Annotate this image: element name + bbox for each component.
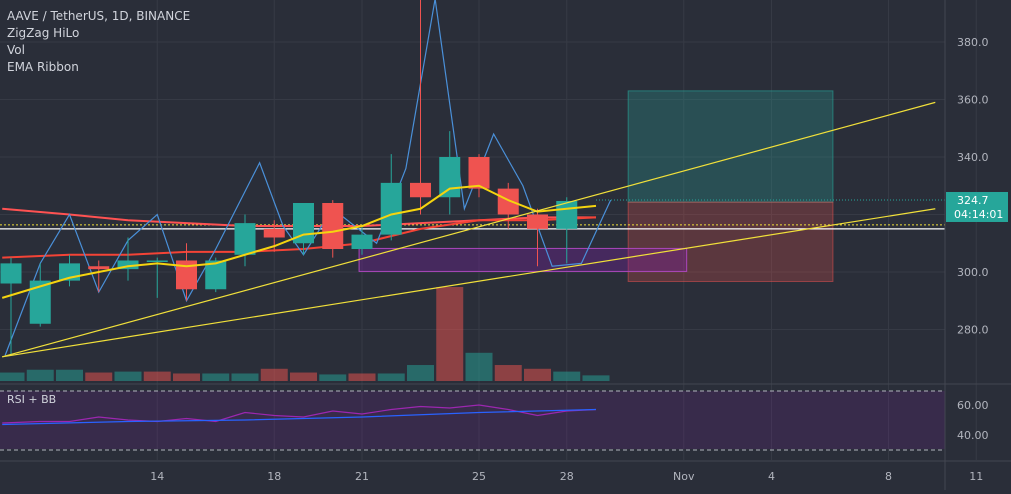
time-tick-label: 28: [560, 470, 574, 483]
volume-bar: [56, 369, 83, 381]
time-tick-label: 4: [768, 470, 775, 483]
candle-body: [88, 266, 110, 270]
time-tick-label: 11: [969, 470, 983, 483]
volume-bar: [319, 374, 347, 381]
candle: [380, 154, 402, 241]
candle-body: [439, 157, 461, 198]
rsi-band: [0, 391, 945, 449]
time-tick-label: 8: [885, 470, 892, 483]
candle: [59, 254, 80, 287]
price-tick-label: 380.0: [957, 36, 989, 49]
time-tick-label: 21: [355, 470, 369, 483]
trendline: [2, 208, 936, 358]
volume-bar: [348, 373, 376, 381]
volume-bar: [377, 373, 405, 381]
candle: [410, 0, 431, 215]
candle-body: [380, 182, 402, 235]
indicator-ema-ribbon[interactable]: EMA Ribbon: [7, 59, 190, 76]
rsi-pane-label[interactable]: RSI + BB: [7, 393, 56, 406]
candle: [293, 203, 314, 255]
volume-bar: [0, 372, 25, 381]
volume-bar: [26, 369, 54, 381]
time-tick-label: 14: [150, 470, 164, 483]
support-zone: [358, 247, 688, 272]
last-price-value: 324.7: [957, 194, 989, 207]
chart-legend: AAVE / TetherUS, 1D, BINANCE ZigZag HiLo…: [7, 8, 190, 76]
rsi-tick-label: 60.00: [957, 399, 989, 412]
volume-bar: [465, 352, 493, 381]
candle: [29, 263, 51, 327]
price-tick-label: 360.0: [957, 94, 989, 107]
candle: [322, 200, 344, 258]
rsi-tick-label: 40.00: [957, 429, 989, 442]
candle: [0, 257, 22, 356]
candle: [234, 214, 256, 267]
time-tick-label: 25: [472, 470, 486, 483]
candle: [439, 131, 461, 215]
candle: [497, 182, 519, 229]
volume-bar: [202, 373, 230, 381]
candle-body: [322, 203, 344, 249]
indicator-volume[interactable]: Vol: [7, 42, 190, 59]
candle-body: [351, 234, 373, 249]
volume-bar: [582, 375, 610, 381]
bar-countdown: 04:14:01: [954, 208, 1003, 221]
price-tick-label: 280.0: [957, 324, 989, 337]
indicator-zigzag[interactable]: ZigZag HiLo: [7, 25, 190, 42]
candle: [88, 260, 110, 293]
candle-body: [234, 223, 256, 255]
candle-body: [263, 228, 285, 238]
volume-bar: [494, 365, 522, 381]
candle-body: [146, 260, 168, 262]
time-tick-label: Nov: [673, 470, 695, 483]
volume-bar: [290, 372, 317, 381]
candle-body: [497, 188, 519, 215]
volume-bar: [85, 372, 113, 381]
volume-bar: [231, 373, 259, 381]
volume-bar: [553, 371, 581, 381]
volume-bar: [173, 373, 200, 381]
volume-bar: [143, 371, 171, 381]
volume-bar: [260, 368, 288, 381]
candle-body: [468, 157, 490, 189]
volume-bar: [436, 287, 464, 381]
volume-bar: [524, 368, 551, 381]
candle-body: [527, 214, 548, 229]
volume-bar: [114, 371, 142, 381]
time-tick-label: 18: [267, 470, 281, 483]
price-tick-label: 340.0: [957, 151, 989, 164]
price-tick-label: 300.0: [957, 266, 989, 279]
candle-body: [0, 263, 22, 284]
candle: [117, 237, 139, 281]
chart-title[interactable]: AAVE / TetherUS, 1D, BINANCE: [7, 8, 190, 25]
candle-body: [410, 182, 431, 198]
target-zone: [627, 90, 834, 203]
volume-bar: [407, 365, 434, 381]
